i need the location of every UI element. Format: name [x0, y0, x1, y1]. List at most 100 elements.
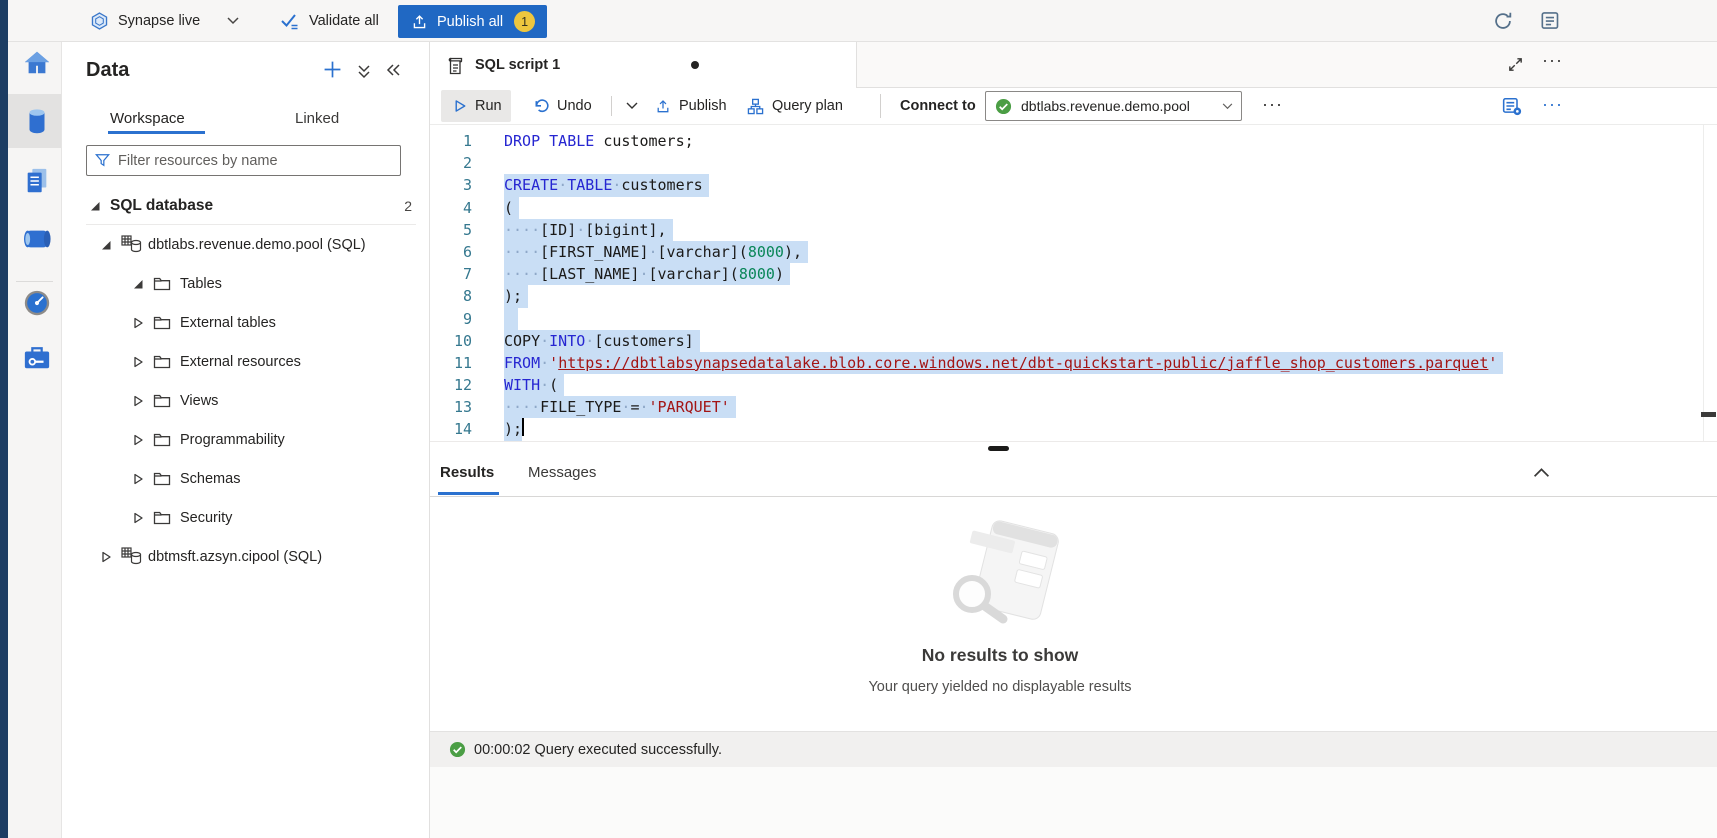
line-number[interactable]: 6 — [430, 241, 472, 263]
pool-select-dropdown[interactable]: dbtlabs.revenue.demo.pool — [985, 91, 1242, 121]
home-icon[interactable] — [19, 47, 55, 79]
code-line-10[interactable]: 10 COPY·INTO·[customers] — [430, 330, 1717, 352]
tree-item-views[interactable]: Views — [62, 381, 430, 420]
tab-sql-script-1[interactable]: SQL script 1 — [430, 42, 857, 88]
expanded-triangle-icon[interactable] — [133, 278, 153, 290]
tree-item-security[interactable]: Security — [62, 498, 430, 537]
synapse-live-selector[interactable]: Synapse live — [90, 0, 239, 42]
collapse-results-chevron-icon[interactable] — [1533, 466, 1550, 478]
line-number[interactable]: 14 — [430, 418, 472, 440]
data-icon[interactable] — [19, 105, 55, 137]
expanded-triangle-icon[interactable] — [90, 200, 110, 212]
line-number[interactable]: 5 — [430, 219, 472, 241]
toolbar-more-icon[interactable]: ··· — [1262, 94, 1283, 115]
line-number[interactable]: 4 — [430, 197, 472, 219]
develop-icon[interactable] — [19, 165, 55, 197]
monitor-icon[interactable] — [19, 287, 55, 319]
line-number[interactable]: 8 — [430, 285, 472, 307]
line-number[interactable]: 13 — [430, 396, 472, 418]
code-line-6[interactable]: 6 ····[FIRST_NAME]·[varchar](8000), — [430, 241, 1717, 263]
publish-button[interactable]: Publish — [655, 88, 727, 124]
code-editor[interactable]: 1 DROP TABLE customers; 23 CREATE·TABLE·cus… — [430, 125, 1717, 441]
code-line-7[interactable]: 7 ····[LAST_NAME]·[varchar](8000) — [430, 263, 1717, 285]
collapse-all-icon[interactable] — [357, 64, 371, 79]
code-line-14[interactable]: 14); — [430, 418, 1717, 440]
add-resource-icon[interactable] — [323, 60, 342, 79]
expand-editor-icon[interactable] — [1507, 56, 1524, 73]
tree-item-programmability[interactable]: Programmability — [62, 420, 430, 459]
validate-all-button[interactable]: Validate all — [280, 0, 379, 42]
run-button[interactable]: Run — [452, 88, 502, 124]
tab-more-icon[interactable]: ··· — [1542, 50, 1563, 71]
undo-dropdown-chevron-icon[interactable] — [626, 102, 638, 110]
line-content[interactable]: ); — [504, 418, 522, 440]
tree-item-label: dbtmsft.azsyn.cipool (SQL) — [148, 549, 322, 565]
line-number[interactable]: 10 — [430, 330, 472, 352]
tab-results[interactable]: Results — [440, 464, 494, 481]
tab-messages[interactable]: Messages — [528, 464, 596, 481]
properties-icon[interactable] — [1502, 96, 1522, 116]
collapsed-triangle-icon[interactable] — [133, 317, 153, 329]
line-content[interactable]: ); — [504, 285, 528, 307]
code-line-3[interactable]: 3 CREATE·TABLE·customers — [430, 174, 1717, 196]
undo-button[interactable]: Undo — [533, 88, 592, 124]
splitter-handle[interactable] — [988, 446, 1009, 451]
tab-linked[interactable]: Linked — [295, 103, 339, 133]
line-content[interactable]: ····[LAST_NAME]·[varchar](8000) — [504, 263, 790, 285]
line-content[interactable]: ····[FIRST_NAME]·[varchar](8000), — [504, 241, 808, 263]
code-line-11[interactable]: 11 FROM·'https://dbtlabsynapsedatalake.bl… — [430, 352, 1717, 374]
code-line-2[interactable]: 2 — [430, 152, 1717, 174]
tree-item-tables[interactable]: Tables — [62, 264, 430, 303]
line-number[interactable]: 7 — [430, 263, 472, 285]
code-line-1[interactable]: 1 DROP TABLE customers; — [430, 130, 1717, 152]
editor-scrollbar-track[interactable] — [1703, 125, 1704, 441]
manage-icon[interactable] — [19, 342, 55, 374]
collapsed-triangle-icon[interactable] — [133, 395, 153, 407]
line-content[interactable]: CREATE·TABLE·customers — [504, 174, 709, 196]
code-line-9[interactable]: 9 — [430, 308, 1717, 330]
collapsed-triangle-icon[interactable] — [133, 473, 153, 485]
editor-results-splitter[interactable] — [430, 441, 1717, 456]
line-content[interactable]: ····[ID]·[bigint], — [504, 219, 673, 241]
publish-all-button[interactable]: Publish all 1 — [398, 5, 547, 38]
collapse-panel-icon[interactable] — [386, 63, 401, 77]
line-content[interactable]: WITH·( — [504, 374, 564, 396]
line-number[interactable]: 12 — [430, 374, 472, 396]
line-content[interactable]: ····FILE_TYPE·=·'PARQUET' — [504, 396, 736, 418]
collapsed-triangle-icon[interactable] — [133, 434, 153, 446]
line-number[interactable]: 9 — [430, 308, 472, 330]
line-number[interactable]: 1 — [430, 130, 472, 152]
integrate-icon[interactable] — [19, 223, 55, 255]
line-number[interactable]: 11 — [430, 352, 472, 374]
tab-workspace[interactable]: Workspace — [110, 103, 185, 133]
line-number[interactable]: 3 — [430, 174, 472, 196]
tree-item-sql-database[interactable]: SQL database2 — [62, 186, 430, 225]
line-content[interactable]: ( — [504, 197, 519, 219]
line-content[interactable] — [504, 308, 518, 330]
tree-item-dbtlabs-revenue-demo-pool-sql[interactable]: dbtlabs.revenue.demo.pool (SQL) — [62, 225, 430, 264]
tree-item-schemas[interactable]: Schemas — [62, 459, 430, 498]
code-line-5[interactable]: 5 ····[ID]·[bigint], — [430, 219, 1717, 241]
folder-icon — [153, 315, 180, 330]
line-number[interactable]: 2 — [430, 152, 472, 174]
refresh-icon[interactable] — [1493, 11, 1513, 31]
notes-panel-icon[interactable] — [1540, 10, 1561, 31]
filter-input[interactable] — [118, 153, 400, 169]
code-line-12[interactable]: 12 WITH·( — [430, 374, 1717, 396]
collapsed-triangle-icon[interactable] — [133, 356, 153, 368]
chevron-down-icon[interactable] — [227, 17, 239, 25]
tree-item-external-tables[interactable]: External tables — [62, 303, 430, 342]
code-line-8[interactable]: 8); — [430, 285, 1717, 307]
line-content[interactable]: DROP TABLE customers; — [504, 130, 694, 152]
line-content[interactable]: COPY·INTO·[customers] — [504, 330, 700, 352]
query-plan-button[interactable]: Query plan — [747, 88, 843, 124]
line-content[interactable]: FROM·'https://dbtlabsynapsedatalake.blob… — [504, 352, 1503, 374]
editor-more-icon[interactable]: ··· — [1542, 94, 1563, 115]
code-line-13[interactable]: 13 ····FILE_TYPE·=·'PARQUET' — [430, 396, 1717, 418]
tree-item-external-resources[interactable]: External resources — [62, 342, 430, 381]
code-line-4[interactable]: 4( — [430, 197, 1717, 219]
collapsed-triangle-icon[interactable] — [101, 551, 121, 563]
collapsed-triangle-icon[interactable] — [133, 512, 153, 524]
expanded-triangle-icon[interactable] — [101, 239, 121, 251]
tree-item-dbtmsft-azsyn-cipool-sql[interactable]: dbtmsft.azsyn.cipool (SQL) — [62, 537, 430, 576]
